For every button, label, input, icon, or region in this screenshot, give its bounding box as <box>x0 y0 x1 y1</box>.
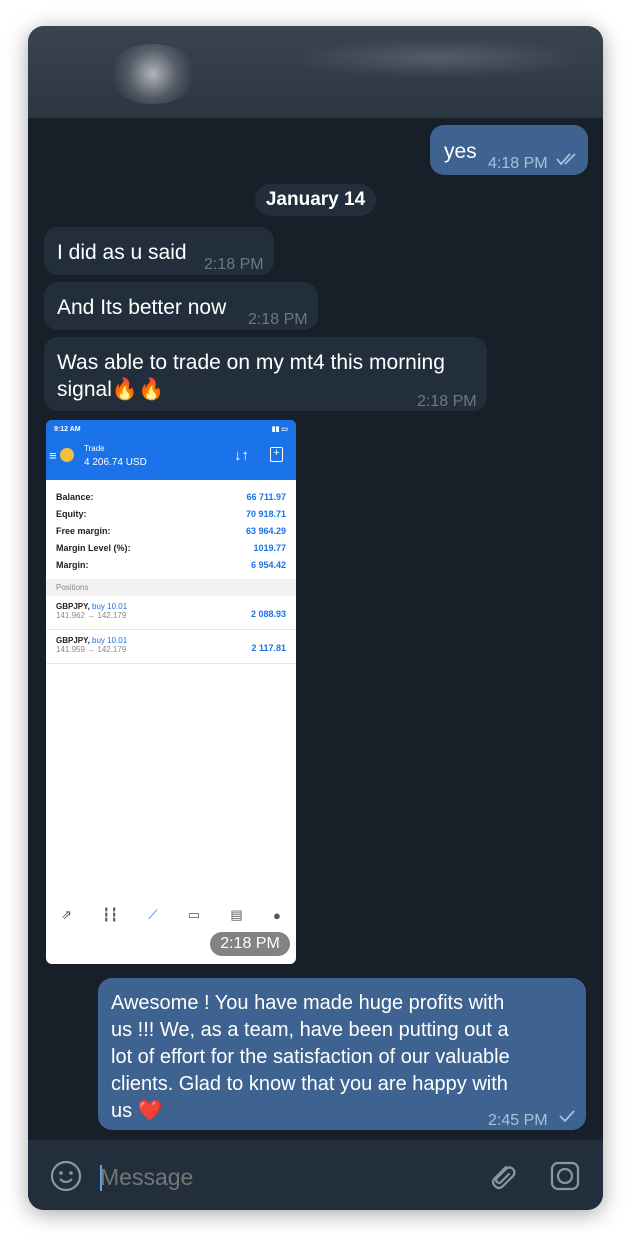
message-text-line4: clients. Glad to know that you are happy… <box>111 1073 508 1095</box>
new-order-icon: + <box>270 447 283 462</box>
menu-icon: ≡ <box>49 448 57 463</box>
mt4-logo-icon <box>60 448 74 462</box>
account-row-balance: Balance: 66 711.97 <box>56 491 286 502</box>
message-list[interactable]: yes 4:18 PM January 14 I did as u said 2… <box>28 118 603 1140</box>
message-text: I did as u said <box>57 241 187 264</box>
message-time: 2:18 PM <box>248 311 308 328</box>
message-input-bar <box>28 1140 603 1210</box>
battery-icon: ▮▮ ▭ <box>271 426 288 433</box>
message-text-line1: Awesome ! You have made huge profits wit… <box>111 992 505 1014</box>
mt4-bottom-nav: ⇗ ┇┇ ⟋ ▭ ▤ ● <box>46 900 296 930</box>
message-input[interactable] <box>100 1160 470 1194</box>
avatar <box>108 44 198 104</box>
message-time: 2:45 PM <box>488 1112 548 1129</box>
message-text-line3: lot of effort for the satisfaction of ou… <box>111 1046 510 1068</box>
screenshot-status-time: 9:12 AM <box>54 425 81 433</box>
position-row: GBPJPY, buy 10.01 141.959 → 142.179 2 11… <box>46 630 296 664</box>
emoji-icon[interactable] <box>50 1160 82 1192</box>
message-time: 2:18 PM <box>417 393 477 410</box>
news-icon: ▤ <box>230 907 243 922</box>
account-row-margin: Margin: 6 954.42 <box>56 559 286 570</box>
chat-header-blurred[interactable] <box>28 26 603 118</box>
chart-icon: ┇┇ <box>102 907 119 922</box>
contact-name-blurred <box>288 38 588 78</box>
message-text-line2: signal🔥🔥 <box>57 378 165 401</box>
photo-message[interactable]: 9:12 AM ▮▮ ▭ ≡ Trade 4 206.74 USD ↓↑ + B… <box>46 420 296 964</box>
message-text: yes <box>444 140 477 163</box>
trade-icon: ⟋ <box>148 907 158 922</box>
message-text-line1: Was able to trade on my mt4 this morning <box>57 351 445 374</box>
attach-icon[interactable] <box>486 1160 518 1192</box>
double-check-icon <box>556 153 576 166</box>
screenshot-status-bar: 9:12 AM ▮▮ ▭ <box>46 420 296 438</box>
messages-icon: ● <box>272 907 281 923</box>
camera-icon[interactable] <box>549 1160 581 1192</box>
mt4-app-bar: ≡ Trade 4 206.74 USD ↓↑ + <box>46 438 296 480</box>
mt4-balance-header: 4 206.74 USD <box>84 457 147 468</box>
account-row-margin-level: Margin Level (%): 1019.77 <box>56 542 286 553</box>
photo-time: 2:18 PM <box>210 932 290 956</box>
message-outgoing[interactable]: Awesome ! You have made huge profits wit… <box>98 978 586 1130</box>
check-icon <box>559 1110 575 1123</box>
message-outgoing[interactable]: yes 4:18 PM <box>430 125 588 175</box>
date-separator: January 14 <box>255 184 376 216</box>
message-text-line5: us ❤️ <box>111 1100 163 1122</box>
message-text: And Its better now <box>57 296 227 319</box>
message-time: 4:18 PM <box>488 155 548 172</box>
sort-icon: ↓↑ <box>234 447 249 464</box>
history-icon: ▭ <box>187 907 201 922</box>
position-row: GBPJPY, buy 10.01 141.962 → 142.179 2 08… <box>46 596 296 630</box>
message-incoming[interactable]: And Its better now 2:18 PM <box>44 282 318 330</box>
mt4-title: Trade <box>84 444 105 453</box>
message-text-line2: us !!! We, as a team, have been putting … <box>111 1019 509 1041</box>
message-incoming[interactable]: Was able to trade on my mt4 this morning… <box>44 337 487 411</box>
message-incoming[interactable]: I did as u said 2:18 PM <box>44 227 274 275</box>
quotes-icon: ⇗ <box>61 907 73 922</box>
message-time: 2:18 PM <box>204 256 264 273</box>
account-row-equity: Equity: 70 918.71 <box>56 508 286 519</box>
account-row-free-margin: Free margin: 63 964.29 <box>56 525 286 536</box>
chat-window: yes 4:18 PM January 14 I did as u said 2… <box>28 26 603 1210</box>
positions-header: Positions <box>46 579 296 596</box>
